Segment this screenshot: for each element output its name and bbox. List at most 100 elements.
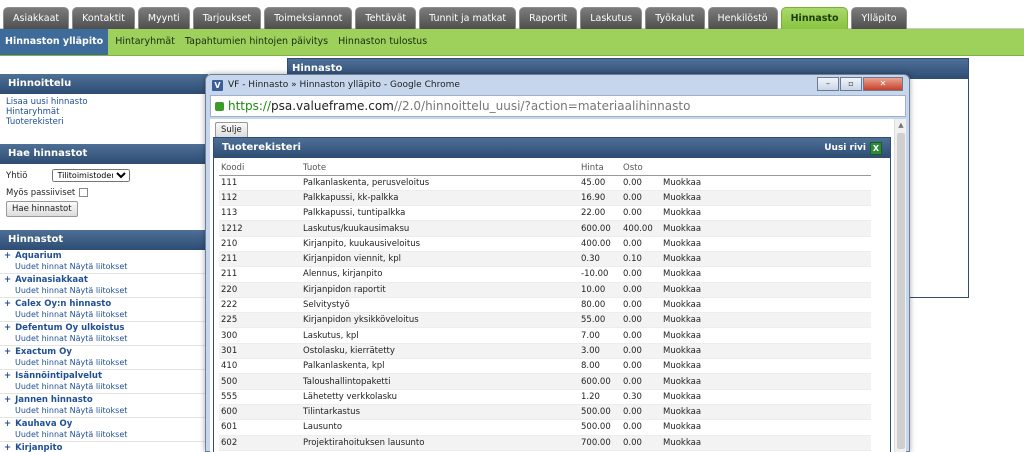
uusi-rivi-button[interactable]: Uusi rivi X — [824, 138, 882, 158]
hinnasto-name[interactable]: + Defentum Oy ulkoistus — [4, 323, 208, 333]
hinnasto-name-text[interactable]: Defentum Oy ulkoistus — [15, 323, 124, 333]
excel-icon[interactable]: X — [870, 141, 882, 155]
top-tab[interactable]: Laskutus — [580, 7, 643, 29]
expand-plus-icon[interactable]: + — [4, 323, 11, 333]
hinnasto-name-text[interactable]: Isännöintipalvelut — [15, 371, 102, 381]
muokkaa-link[interactable]: Muokkaa — [661, 282, 871, 298]
link-lisaa-uusi-hinnasto[interactable]: Lisaa uusi hinnasto — [6, 97, 202, 107]
expand-plus-icon[interactable]: + — [4, 371, 11, 381]
hinnasto-name[interactable]: + Exactum Oy — [4, 347, 208, 357]
column-header: Osto — [621, 162, 661, 176]
hinnasto-links[interactable]: Uudet hinnat Näytä liitokset — [4, 405, 208, 416]
vertical-scrollbar[interactable]: ▲ — [894, 119, 906, 452]
hinnasto-name-text[interactable]: Kauhava Oy — [15, 419, 72, 429]
muokkaa-link[interactable]: Muokkaa — [661, 389, 871, 405]
muokkaa-link[interactable]: Muokkaa — [661, 327, 871, 344]
hinnasto-name-text[interactable]: Exactum Oy — [15, 347, 72, 357]
muokkaa-link[interactable]: Muokkaa — [661, 190, 871, 207]
muokkaa-link[interactable]: Muokkaa — [661, 236, 871, 252]
sub-nav-item[interactable]: Hinnaston tulostus — [333, 29, 432, 55]
yhtio-select[interactable]: Tilitoimistodemo Oy — [52, 169, 131, 182]
table-cell: Palkkapussi, kk-palkka — [301, 190, 579, 207]
hinnasto-name-text[interactable]: Jannen hinnasto — [15, 395, 93, 405]
top-tab[interactable]: Hinnasto — [780, 7, 849, 29]
hinnasto-links[interactable]: Uudet hinnat Näytä liitokset — [4, 381, 208, 392]
scroll-up-icon[interactable]: ▲ — [895, 119, 907, 131]
muokkaa-link[interactable]: Muokkaa — [661, 175, 871, 191]
top-tab[interactable]: Työkalut — [645, 7, 705, 29]
muokkaa-link[interactable]: Muokkaa — [661, 419, 871, 436]
top-tab[interactable]: Myynti — [137, 7, 190, 29]
hinnasto-links[interactable]: Uudet hinnat Näytä liitokset — [4, 309, 208, 320]
scroll-thumb[interactable] — [897, 133, 905, 449]
top-tab[interactable]: Henkilöstö — [707, 7, 778, 29]
hinnasto-links[interactable]: Uudet hinnat Näytä liitokset — [4, 333, 208, 344]
hinnasto-name[interactable]: + Calex Oy:n hinnasto — [4, 299, 208, 309]
hinnasto-name[interactable]: + Isännöintipalvelut — [4, 371, 208, 381]
expand-plus-icon[interactable]: + — [4, 419, 11, 429]
top-tab[interactable]: Raportit — [519, 7, 578, 29]
hinnasto-links[interactable]: Uudet hinnat Näytä liitokset — [4, 285, 208, 296]
sub-nav-item[interactable]: Tapahtumien hintojen päivitys — [180, 29, 333, 55]
muokkaa-link[interactable]: Muokkaa — [661, 205, 871, 222]
hinnasto-name[interactable]: + Aquarium — [4, 251, 208, 261]
table-row: 210 Kirjanpito, kuukausiveloitus 400.00 0.0… — [219, 236, 871, 252]
hinnasto-name[interactable]: + Kauhava Oy — [4, 419, 208, 429]
expand-plus-icon[interactable]: + — [4, 275, 11, 285]
hae-hinnastot-button[interactable]: Hae hinnastot — [6, 201, 78, 217]
muokkaa-link[interactable]: Muokkaa — [661, 373, 871, 390]
close-icon[interactable]: ✕ — [863, 77, 903, 91]
muokkaa-link[interactable]: Muokkaa — [661, 220, 871, 237]
hinnasto-name-text[interactable]: Aquarium — [15, 251, 61, 261]
top-tab[interactable]: Kontaktit — [72, 7, 135, 29]
muokkaa-link[interactable]: Muokkaa — [661, 343, 871, 360]
muokkaa-link[interactable]: Muokkaa — [661, 435, 871, 451]
expand-plus-icon[interactable]: + — [4, 347, 11, 357]
link-tuoterekisteri[interactable]: Tuoterekisteri — [6, 117, 202, 127]
muokkaa-link[interactable]: Muokkaa — [661, 312, 871, 329]
hinnasto-name[interactable]: + Jannen hinnasto — [4, 395, 208, 405]
hinnasto-links[interactable]: Uudet hinnat Näytä liitokset — [4, 357, 208, 368]
muokkaa-link[interactable]: Muokkaa — [661, 297, 871, 314]
table-cell: Kirjanpidon yksikköveloitus — [301, 312, 579, 329]
maximize-icon[interactable]: ▫ — [840, 77, 862, 91]
list-item: +KirjanpitoUudet hinnat Näytä liitokset — [0, 442, 208, 452]
table-cell: 0.00 — [621, 373, 661, 390]
table-cell: 0.00 — [621, 312, 661, 329]
hinnasto-links[interactable]: Uudet hinnat Näytä liitokset — [4, 429, 208, 440]
tuoterekisteri-heading: Tuoterekisteri Uusi rivi X — [214, 138, 890, 158]
hinnasto-name[interactable]: + Avainasiakkaat — [4, 275, 208, 285]
hinnasto-name-text[interactable]: Kirjanpito — [15, 443, 62, 452]
expand-plus-icon[interactable]: + — [4, 443, 11, 452]
muokkaa-link[interactable]: Muokkaa — [661, 358, 871, 375]
link-hintaryhmat[interactable]: Hintaryhmät — [6, 107, 202, 117]
sub-nav-item[interactable]: Hinnaston ylläpito — [0, 29, 109, 55]
top-tab[interactable]: Tehtävät — [355, 7, 417, 29]
expand-plus-icon[interactable]: + — [4, 395, 11, 405]
list-item: + Kauhava Oy Uudet hinnat Näytä liitokset — [0, 418, 208, 442]
top-tab[interactable]: Asiakkaat — [3, 7, 70, 29]
muokkaa-link[interactable]: Muokkaa — [661, 266, 871, 283]
hinnasto-name-text[interactable]: Avainasiakkaat — [15, 275, 88, 285]
address-bar[interactable]: https://psa.valueframe.com//2.0/hinnoitt… — [210, 95, 906, 117]
hinnasto-name[interactable]: + Kirjanpito — [4, 443, 208, 452]
sulje-button[interactable]: Sulje — [215, 122, 248, 138]
window-title: VF - Hinnasto » Hinnaston ylläpito - Goo… — [228, 80, 460, 90]
hinnasto-name-text[interactable]: Calex Oy:n hinnasto — [15, 299, 111, 309]
passiiviset-checkbox[interactable] — [79, 188, 89, 197]
top-tab[interactable]: Tarjoukset — [192, 7, 262, 29]
hinnasto-links[interactable]: Uudet hinnat Näytä liitokset — [4, 261, 208, 272]
list-item: + Exactum Oy Uudet hinnat Näytä liitokset — [0, 346, 208, 370]
muokkaa-link[interactable]: Muokkaa — [661, 251, 871, 268]
expand-plus-icon[interactable]: + — [4, 251, 11, 261]
sub-nav-item[interactable]: Hintaryhmät — [110, 29, 180, 55]
expand-plus-icon[interactable]: + — [4, 299, 11, 309]
top-tab[interactable]: Ylläpito — [851, 7, 907, 29]
sidebar: Hinnoittelu Lisaa uusi hinnasto Hintaryh… — [0, 56, 208, 452]
table-cell: Palkanlaskenta, perusveloitus — [301, 175, 579, 191]
minimize-icon[interactable]: – — [817, 77, 839, 91]
top-tab[interactable]: Tunnit ja matkat — [419, 7, 517, 29]
muokkaa-link[interactable]: Muokkaa — [661, 404, 871, 421]
table-cell: 222 — [219, 297, 301, 314]
top-tab[interactable]: Toimeksiannot — [264, 7, 353, 29]
